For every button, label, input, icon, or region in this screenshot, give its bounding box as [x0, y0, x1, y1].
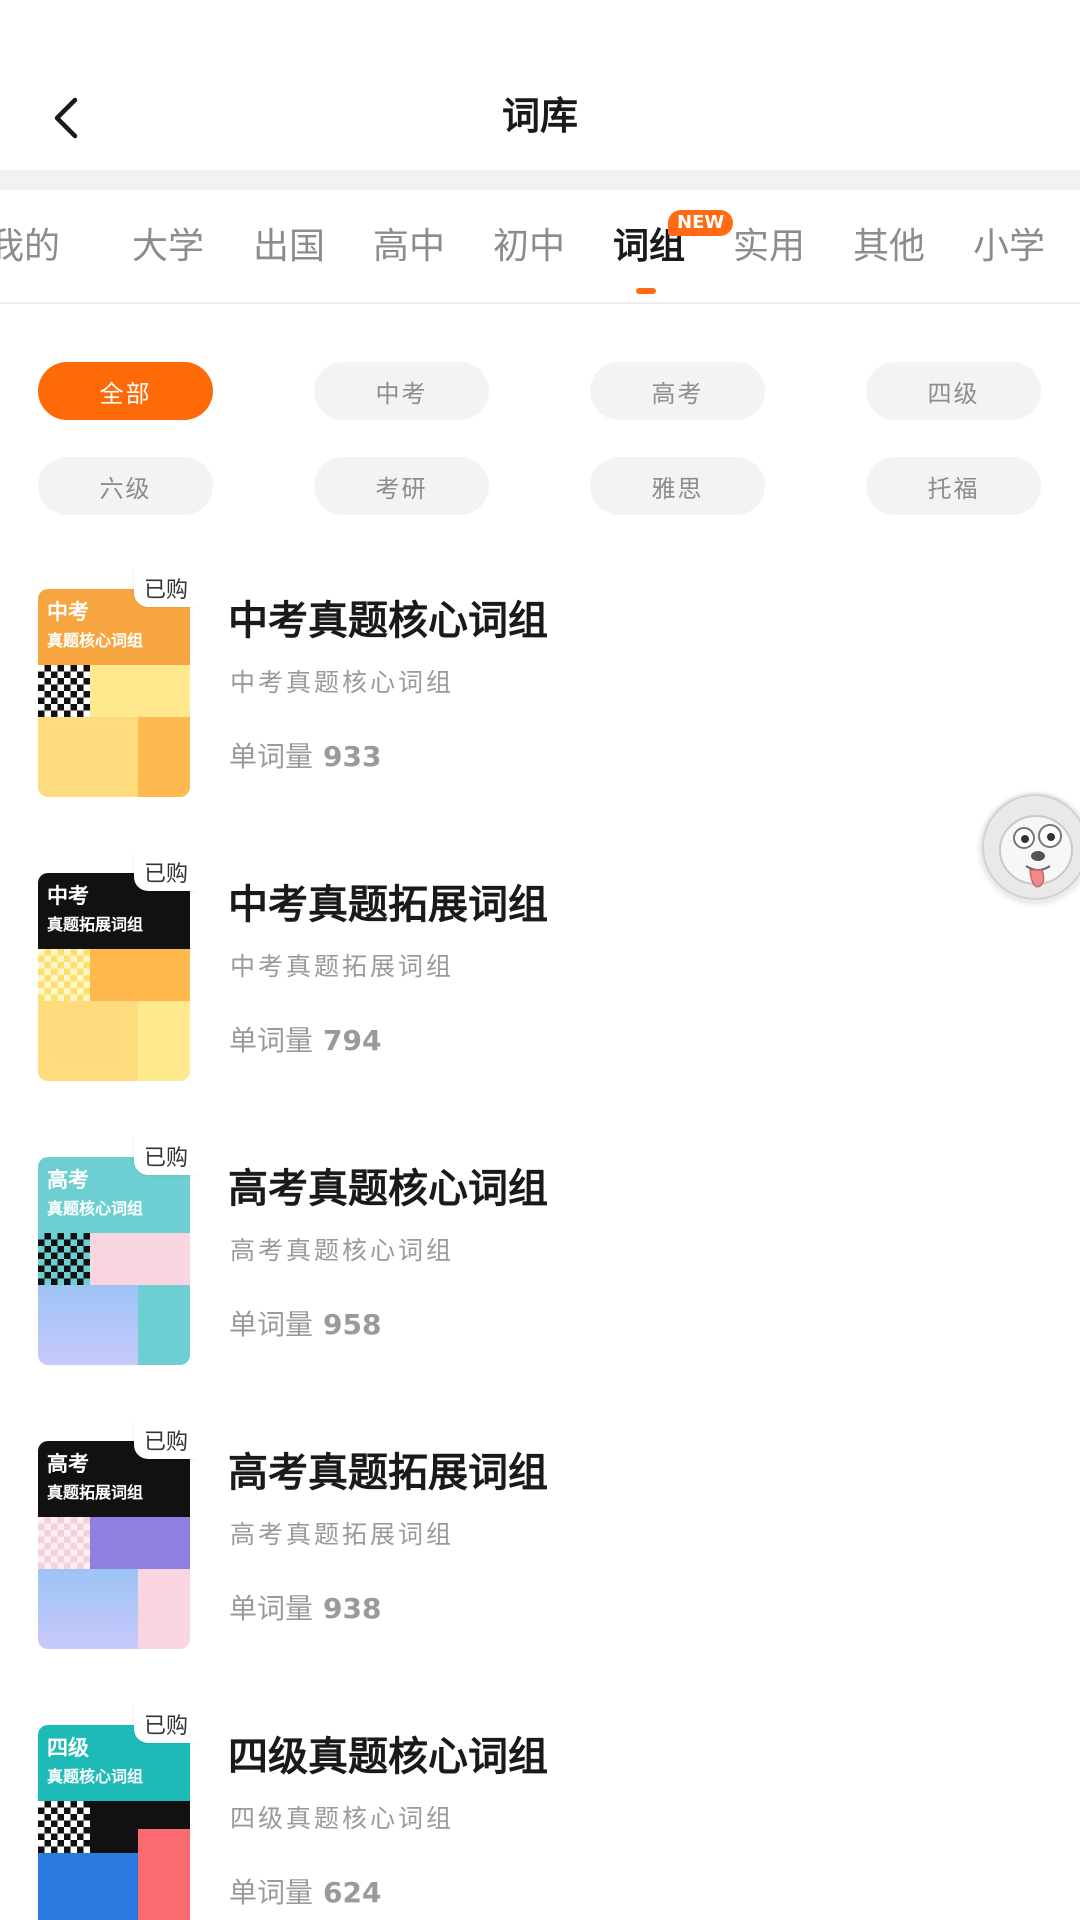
- mascot-dog-icon: [982, 794, 1080, 900]
- filter-chip-all[interactable]: 全部: [38, 362, 213, 420]
- owned-badge: 已购: [134, 569, 198, 607]
- cover-label: 中考: [47, 600, 89, 624]
- owned-badge: 已购: [134, 853, 198, 891]
- book-cover: 高考 真题拓展词组: [38, 1441, 190, 1649]
- book-subtitle: 高考真题拓展词组: [230, 1520, 455, 1549]
- word-count-label: 单词量: [229, 1592, 314, 1625]
- word-count-label: 单词量: [229, 1308, 314, 1341]
- book-cover: 四级 真题核心词组: [38, 1725, 190, 1920]
- book-title: 中考真题拓展词组: [228, 882, 548, 928]
- word-count: 单词量 933: [229, 737, 381, 777]
- floating-mascot-button[interactable]: [980, 792, 1080, 902]
- word-count: 单词量 794: [229, 1021, 381, 1061]
- cover-subtitle: 真题核心词组: [47, 1199, 144, 1218]
- top-bar: 词库: [0, 0, 1080, 170]
- filter-chip-toefl[interactable]: 托福: [866, 457, 1041, 515]
- cover-label: 四级: [47, 1736, 89, 1760]
- word-count-value: 958: [323, 1308, 382, 1341]
- book-list-item[interactable]: 高考 真题拓展词组 已购 高考真题拓展词组 高考真题拓展词组 单词量 938: [0, 1421, 1080, 1705]
- book-list-item[interactable]: 中考 真题核心词组 已购 中考真题核心词组 中考真题核心词组 单词量 933: [0, 569, 1080, 853]
- tab-practical[interactable]: 实用: [733, 222, 805, 272]
- filter-chip-cet4[interactable]: 四级: [866, 362, 1041, 420]
- book-cover: 中考 真题核心词组: [38, 589, 190, 797]
- tab-abroad[interactable]: 出国: [253, 222, 325, 272]
- word-count-label: 单词量: [229, 1876, 314, 1909]
- book-subtitle: 中考真题核心词组: [230, 668, 455, 697]
- word-count-value: 933: [323, 740, 382, 773]
- word-count: 单词量 958: [229, 1305, 381, 1345]
- word-count: 单词量 938: [229, 1589, 381, 1629]
- cover-subtitle: 真题核心词组: [47, 631, 144, 650]
- tab-primary[interactable]: 小学: [973, 222, 1045, 272]
- book-list-item[interactable]: 四级 真题核心词组 已购 四级真题核心词组 四级真题核心词组 单词量 624: [0, 1705, 1080, 1920]
- book-title: 四级真题核心词组: [228, 1734, 548, 1780]
- word-count-label: 单词量: [229, 1024, 314, 1057]
- book-title: 中考真题核心词组: [228, 598, 548, 644]
- filter-chip-cet6[interactable]: 六级: [38, 457, 213, 515]
- cover-subtitle: 真题拓展词组: [47, 915, 144, 934]
- word-count-value: 624: [323, 1876, 382, 1909]
- book-list-item[interactable]: 中考 真题拓展词组 已购 中考真题拓展词组 中考真题拓展词组 单词量 794: [0, 853, 1080, 1137]
- word-count: 单词量 624: [229, 1873, 381, 1913]
- page-title: 词库: [501, 94, 578, 138]
- tab-high-school[interactable]: 高中: [373, 222, 445, 272]
- active-tab-indicator: [636, 288, 656, 294]
- owned-badge: 已购: [134, 1421, 198, 1459]
- category-tabs: 我的 大学 出国 高中 初中 词组 实用 其他 小学 NEW: [0, 190, 1080, 304]
- book-cover: 高考 真题核心词组: [38, 1157, 190, 1365]
- cover-label: 中考: [47, 884, 89, 908]
- book-cover: 中考 真题拓展词组: [38, 873, 190, 1081]
- cover-label: 高考: [47, 1168, 89, 1192]
- book-subtitle: 高考真题核心词组: [230, 1236, 455, 1265]
- tab-university[interactable]: 大学: [132, 222, 204, 272]
- book-subtitle: 四级真题核心词组: [230, 1804, 455, 1833]
- header-divider: [0, 170, 1080, 190]
- filter-chip-gaokao[interactable]: 高考: [590, 362, 765, 420]
- cover-subtitle: 真题拓展词组: [47, 1483, 144, 1502]
- tab-mine[interactable]: 我的: [0, 222, 60, 272]
- word-count-label: 单词量: [229, 740, 314, 773]
- new-badge: NEW: [668, 210, 734, 236]
- tab-junior-high[interactable]: 初中: [493, 222, 565, 272]
- tab-other[interactable]: 其他: [853, 222, 925, 272]
- filter-chip-ielts[interactable]: 雅思: [590, 457, 765, 515]
- filter-chip-zhongkao[interactable]: 中考: [314, 362, 489, 420]
- word-count-value: 938: [323, 1592, 382, 1625]
- book-title: 高考真题核心词组: [228, 1166, 548, 1212]
- book-title: 高考真题拓展词组: [228, 1450, 548, 1496]
- word-count-value: 794: [323, 1024, 382, 1057]
- cover-subtitle: 真题核心词组: [47, 1767, 144, 1786]
- cover-label: 高考: [47, 1452, 89, 1476]
- owned-badge: 已购: [134, 1137, 198, 1175]
- book-subtitle: 中考真题拓展词组: [230, 952, 455, 981]
- filter-chip-kaoyan[interactable]: 考研: [314, 457, 489, 515]
- owned-badge: 已购: [134, 1705, 198, 1743]
- book-list-item[interactable]: 高考 真题核心词组 已购 高考真题核心词组 高考真题核心词组 单词量 958: [0, 1137, 1080, 1421]
